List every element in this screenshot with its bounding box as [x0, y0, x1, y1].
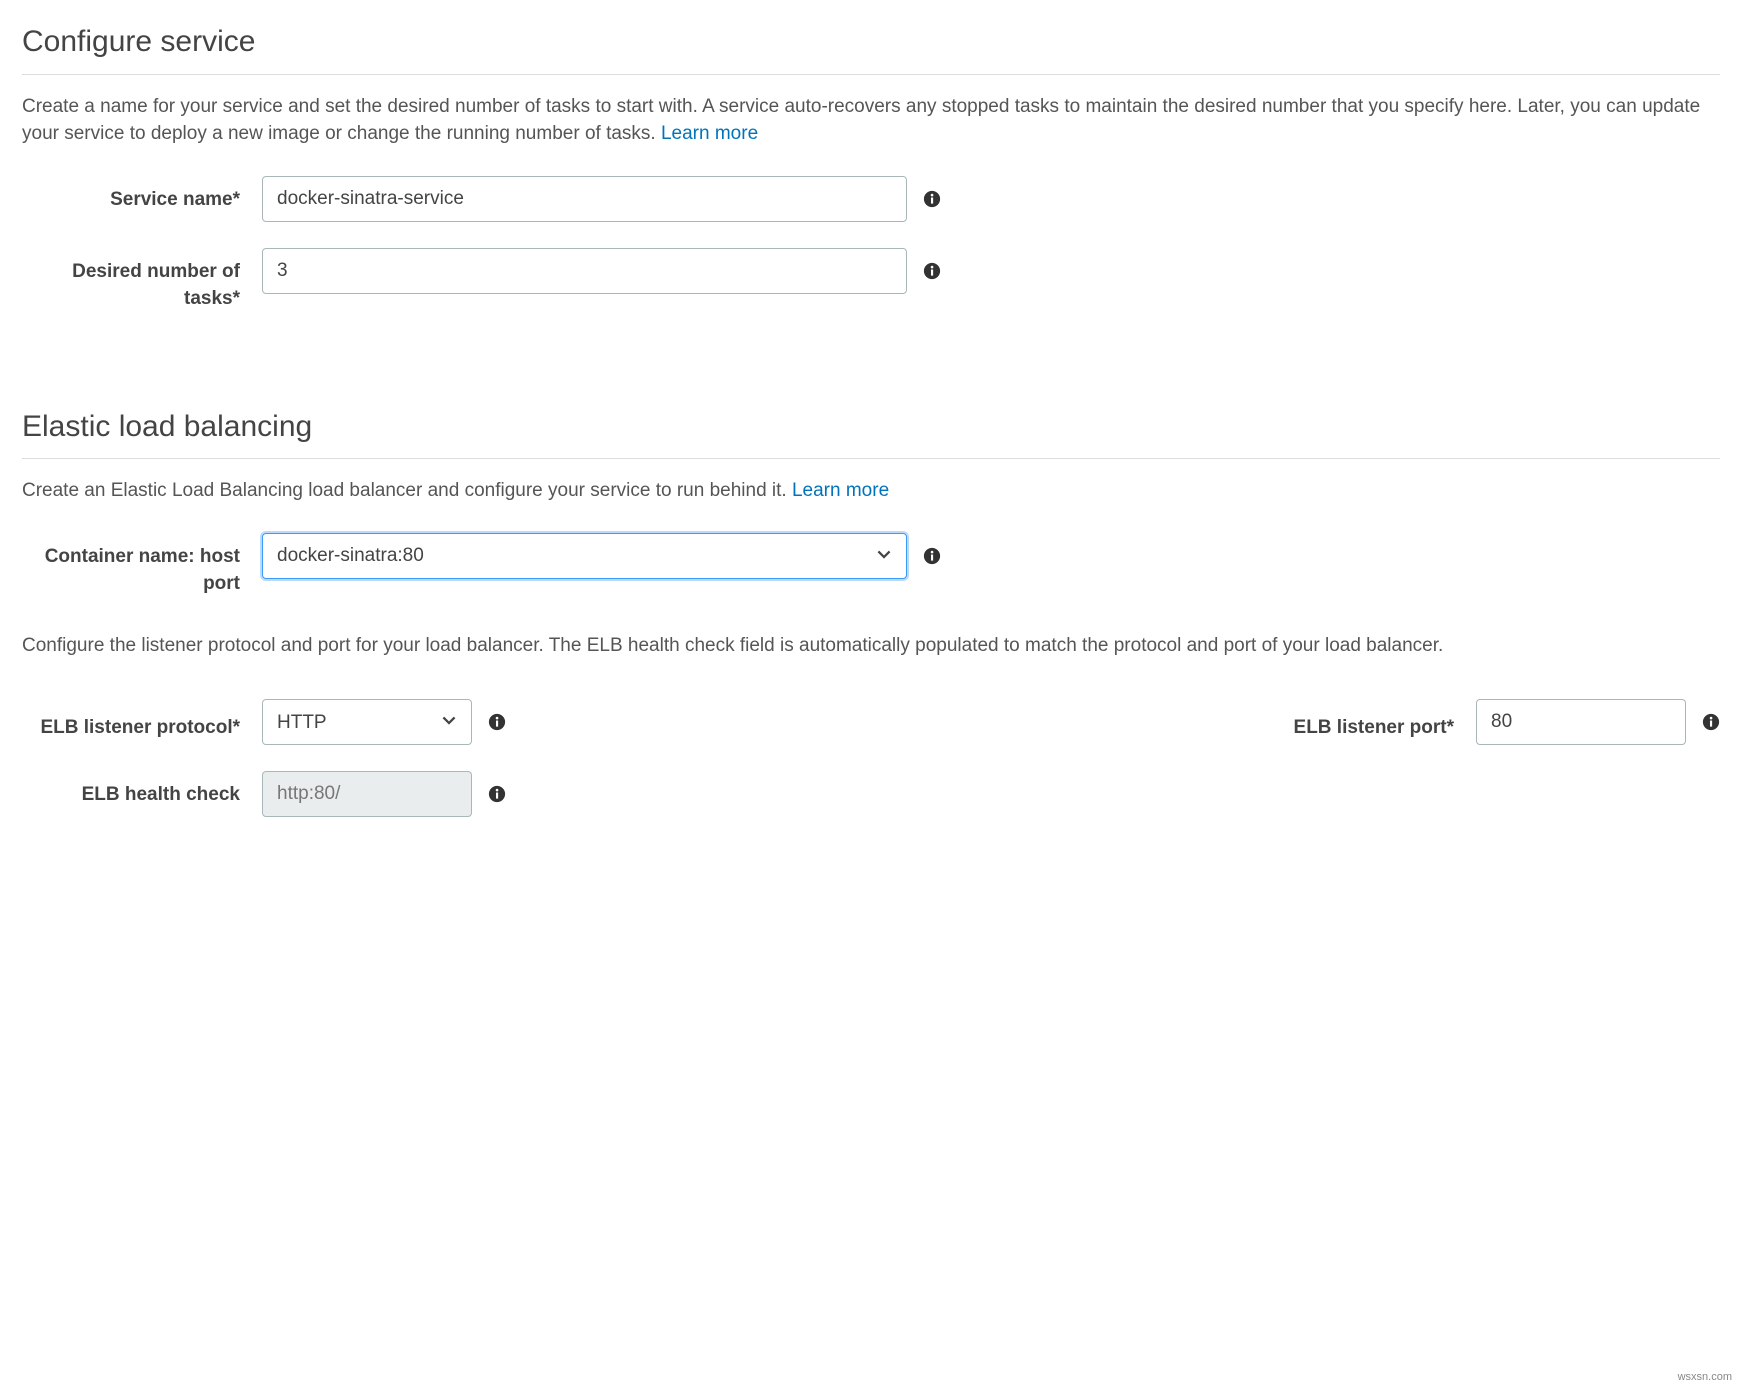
service-name-label: Service name*	[22, 176, 262, 214]
info-icon[interactable]	[488, 713, 506, 731]
desired-tasks-label: Desired number of tasks*	[22, 248, 262, 313]
elb-listener-protocol-select[interactable]: HTTP	[262, 699, 472, 745]
elb-desc-text: Create an Elastic Load Balancing load ba…	[22, 480, 792, 501]
elb-health-check-input	[262, 771, 472, 817]
elb-health-check-label: ELB health check	[22, 771, 262, 809]
info-icon[interactable]	[1702, 713, 1720, 731]
elb-listener-protocol-label: ELB listener protocol*	[22, 704, 262, 742]
elb-listener-port-label: ELB listener port*	[1294, 704, 1476, 742]
elb-listener-port-input[interactable]	[1476, 699, 1686, 745]
watermark: wsxsn.com	[1678, 1370, 1732, 1386]
container-select-value: docker-sinatra:80	[277, 542, 424, 570]
desired-tasks-input[interactable]	[262, 248, 907, 294]
elb-learn-more-link[interactable]: Learn more	[792, 480, 889, 501]
configure-service-description: Create a name for your service and set t…	[22, 93, 1720, 148]
info-icon[interactable]	[923, 547, 941, 565]
configure-service-title: Configure service	[22, 20, 1720, 75]
configure-learn-more-link[interactable]: Learn more	[661, 123, 758, 144]
container-name-host-port-label: Container name: host port	[22, 533, 262, 598]
elb-description: Create an Elastic Load Balancing load ba…	[22, 477, 1720, 505]
service-name-input[interactable]	[262, 176, 907, 222]
info-icon[interactable]	[923, 190, 941, 208]
info-icon[interactable]	[488, 785, 506, 803]
elb-listener-protocol-value: HTTP	[277, 709, 327, 737]
elb-listener-description: Configure the listener protocol and port…	[22, 632, 1720, 660]
configure-desc-text: Create a name for your service and set t…	[22, 96, 1700, 145]
info-icon[interactable]	[923, 262, 941, 280]
elb-title: Elastic load balancing	[22, 405, 1720, 460]
container-name-host-port-select[interactable]: docker-sinatra:80	[262, 533, 907, 579]
